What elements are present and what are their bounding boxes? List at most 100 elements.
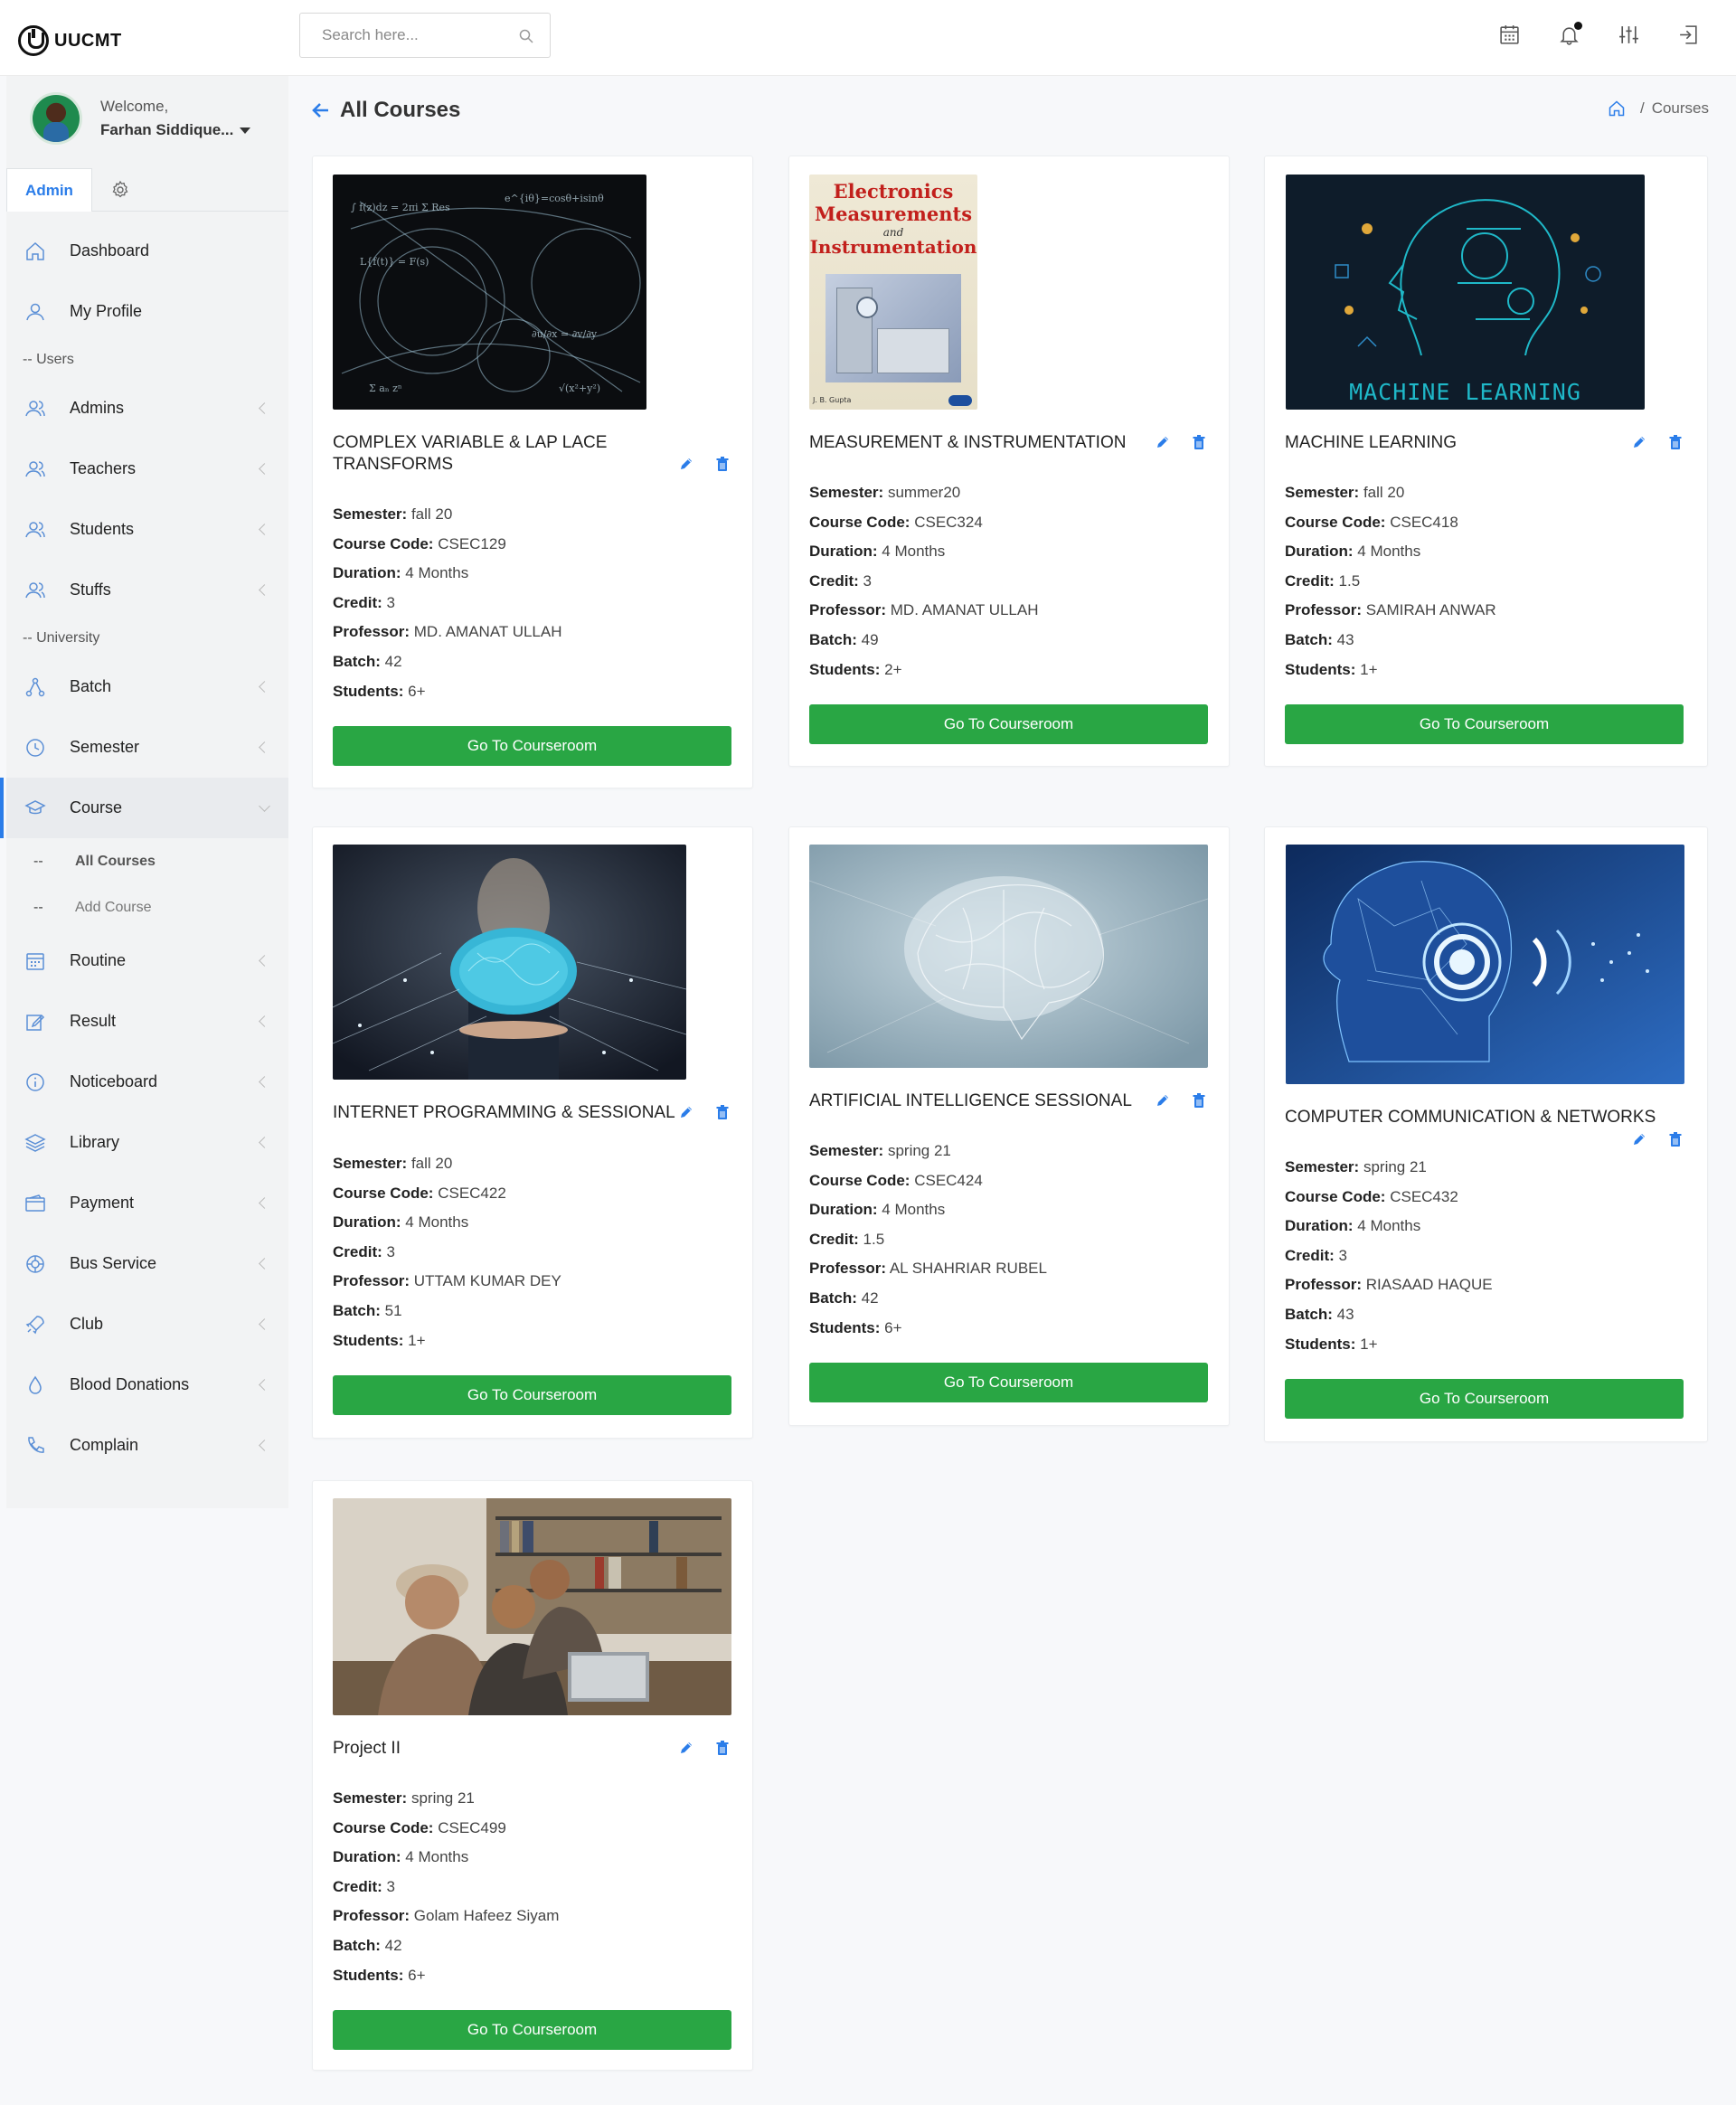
sidebar-item-admins[interactable]: Admins <box>6 378 288 439</box>
pencil-icon[interactable] <box>1631 434 1647 450</box>
arrow-left-icon[interactable] <box>312 101 330 119</box>
trash-icon[interactable] <box>1191 1092 1207 1109</box>
logout-icon[interactable] <box>1676 20 1700 49</box>
home-icon[interactable] <box>1608 99 1626 118</box>
sidebar-item-teachers[interactable]: Teachers <box>6 439 288 499</box>
course-code-info-value: CSEC424 <box>914 1172 983 1189</box>
course-image[interactable] <box>333 845 686 1080</box>
sidebar-item-payment[interactable]: Payment <box>6 1173 288 1233</box>
chevron-left-icon <box>259 463 270 475</box>
course-title[interactable]: Project II <box>333 1738 685 1760</box>
trash-icon[interactable] <box>1667 434 1684 450</box>
course-title[interactable]: INTERNET PROGRAMMING & SESSIONAL <box>333 1102 694 1124</box>
bell-icon[interactable] <box>1557 20 1582 49</box>
breadcrumb-current: Courses <box>1651 99 1709 117</box>
course-image[interactable] <box>333 1498 731 1715</box>
semester-info: Semester: fall 20 <box>333 505 452 524</box>
course-title[interactable]: COMPLEX VARIABLE & LAP LACE TRANSFORMS <box>333 432 685 476</box>
students-info-label: Students: <box>809 661 881 678</box>
trash-icon[interactable] <box>714 456 731 472</box>
course-code-info-label: Course Code: <box>1285 514 1386 531</box>
course-title[interactable]: COMPUTER COMMUNICATION & NETWORKS <box>1285 1107 1683 1128</box>
sidebar-item-bus-service[interactable]: Bus Service <box>6 1233 288 1294</box>
course-actions <box>1155 1092 1207 1110</box>
course-image[interactable]: ∫ f(z)dz = 2πi Σ Res e^{iθ}=cosθ+isinθ L{f… <box>333 175 646 410</box>
sidebar-item-club[interactable]: Club <box>6 1294 288 1355</box>
sidebar-item-blood-donations[interactable]: Blood Donations <box>6 1355 288 1415</box>
students-info: Students: 6+ <box>333 1966 426 1986</box>
batch-info-value: 43 <box>1336 631 1354 648</box>
pencil-icon[interactable] <box>1155 1092 1171 1109</box>
course-code-info-value: CSEC324 <box>914 514 983 531</box>
info-icon <box>24 1071 46 1093</box>
sidebar-item-my-profile[interactable]: My Profile <box>6 281 288 342</box>
tab-admin[interactable]: Admin <box>6 168 92 212</box>
user-panel[interactable]: Welcome, Farhan Siddique... <box>30 92 251 145</box>
sidebar-item-label: Routine <box>70 951 127 969</box>
sidebar-item-noticeboard[interactable]: Noticeboard <box>6 1052 288 1112</box>
pencil-icon[interactable] <box>1631 1131 1647 1147</box>
course-title[interactable]: MACHINE LEARNING <box>1285 432 1637 454</box>
sidebar-item-semester[interactable]: Semester <box>6 717 288 778</box>
pencil-icon[interactable] <box>678 456 694 472</box>
go-to-courseroom-button[interactable]: Go To Courseroom <box>333 1375 731 1415</box>
brand[interactable]: UUCMT <box>18 25 122 56</box>
user-menu[interactable]: Farhan Siddique... <box>100 121 251 139</box>
avatar[interactable] <box>30 92 82 145</box>
sidebar-item-label: Bus Service <box>70 1254 157 1272</box>
course-title[interactable]: ARTIFICIAL INTELLIGENCE SESSIONAL <box>809 1090 1162 1112</box>
sidebar-item-course[interactable]: Course <box>0 778 288 838</box>
professor-info: Professor: UTTAM KUMAR DEY <box>333 1271 561 1291</box>
students-info-label: Students: <box>333 1967 404 1984</box>
professor-info: Professor: MD. AMANAT ULLAH <box>333 622 562 642</box>
semester-info-value: fall 20 <box>1363 484 1405 501</box>
professor-info-value: RIASAAD HAQUE <box>1365 1276 1493 1293</box>
trash-icon[interactable] <box>1191 434 1207 450</box>
chevron-left-icon <box>259 681 270 693</box>
sidebar-item-routine[interactable]: Routine <box>6 930 288 991</box>
calendar-icon[interactable] <box>1497 20 1521 49</box>
search-icon[interactable] <box>519 29 533 43</box>
course-title[interactable]: MEASUREMENT & INSTRUMENTATION <box>809 432 1162 454</box>
pencil-icon[interactable] <box>1155 434 1171 450</box>
sidebar-item-result[interactable]: Result <box>6 991 288 1052</box>
batch-info: Batch: 43 <box>1285 1305 1354 1325</box>
sidebar-item-stuffs[interactable]: Stuffs <box>6 560 288 620</box>
sidebar-item-students[interactable]: Students <box>6 499 288 560</box>
credit-info: Credit: 3 <box>333 1877 395 1897</box>
gear-icon[interactable] <box>109 179 131 201</box>
course-image[interactable] <box>809 845 1208 1068</box>
go-to-courseroom-button[interactable]: Go To Courseroom <box>809 1363 1208 1402</box>
go-to-courseroom-button[interactable]: Go To Courseroom <box>809 704 1208 744</box>
sidebar-item-library[interactable]: Library <box>6 1112 288 1173</box>
search-input[interactable] <box>322 26 512 44</box>
trash-icon[interactable] <box>714 1740 731 1756</box>
go-to-courseroom-button[interactable]: Go To Courseroom <box>1285 704 1684 744</box>
students-info: Students: 1+ <box>1285 1335 1378 1355</box>
students-info-value: 6+ <box>884 1319 902 1336</box>
sidebar-subitem-add-course[interactable]: -- Add Course <box>6 884 288 930</box>
course-image[interactable] <box>1286 845 1684 1084</box>
sidebar-subitem-all-courses[interactable]: -- All Courses <box>6 838 288 884</box>
sidebar-item-batch[interactable]: Batch <box>6 656 288 717</box>
sidebar-item-label: Blood Donations <box>70 1375 190 1393</box>
trash-icon[interactable] <box>1667 1131 1684 1147</box>
pencil-icon[interactable] <box>678 1740 694 1756</box>
go-to-courseroom-button[interactable]: Go To Courseroom <box>1285 1379 1684 1419</box>
sliders-icon[interactable] <box>1617 20 1640 49</box>
professor-info: Professor: SAMIRAH ANWAR <box>1285 600 1496 620</box>
semester-info: Semester: spring 21 <box>809 1141 951 1161</box>
trash-icon[interactable] <box>714 1104 731 1120</box>
students-info-value: 1+ <box>408 1332 426 1349</box>
go-to-courseroom-button[interactable]: Go To Courseroom <box>333 2010 731 2050</box>
batch-info-value: 43 <box>1336 1306 1354 1323</box>
batch-info-label: Batch: <box>333 653 381 670</box>
course-image[interactable]: Electronics Measurements and Instrumenta… <box>809 175 977 410</box>
duration-info: Duration: 4 Months <box>333 1213 468 1232</box>
credit-info: Credit: 1.5 <box>809 1230 884 1250</box>
pencil-icon[interactable] <box>678 1104 694 1120</box>
sidebar-item-complain[interactable]: Complain <box>6 1415 288 1476</box>
sidebar-item-dashboard[interactable]: Dashboard <box>6 221 288 281</box>
go-to-courseroom-button[interactable]: Go To Courseroom <box>333 726 731 766</box>
course-image[interactable]: MACHINE LEARNING <box>1286 175 1645 410</box>
